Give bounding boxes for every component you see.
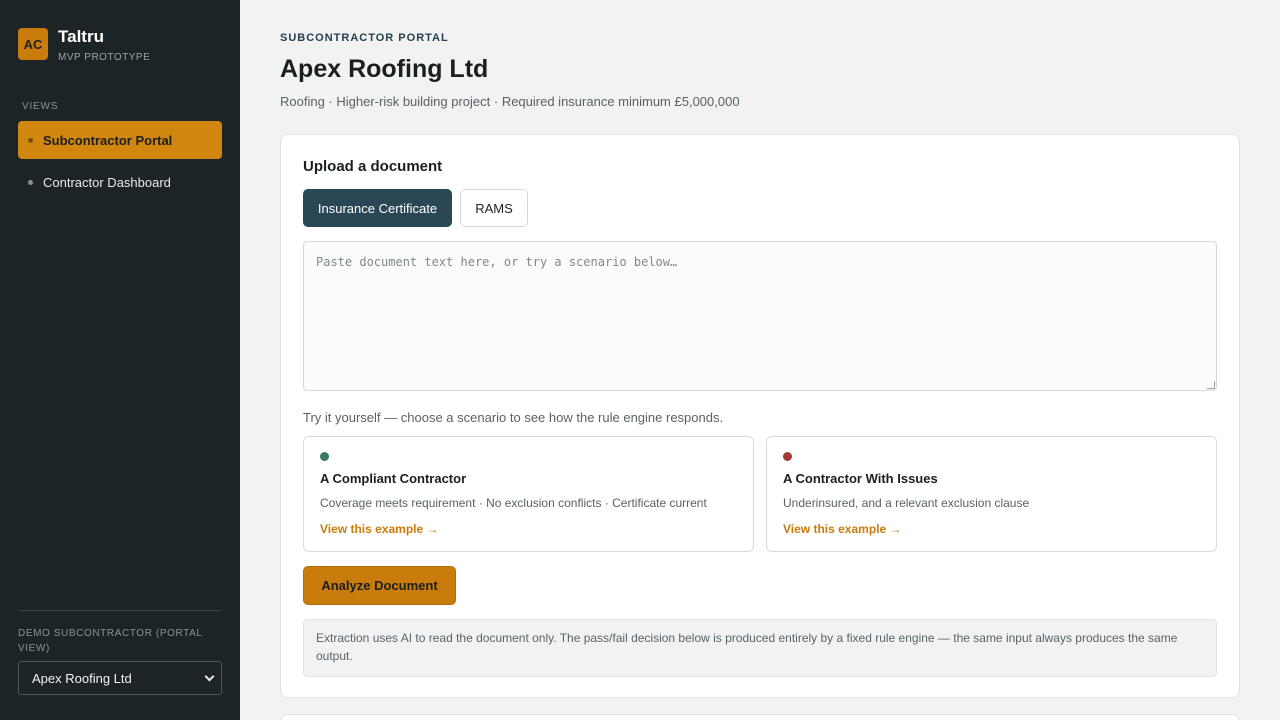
scenario-title: A Contractor With Issues [783, 471, 938, 486]
scenario-card-compliant[interactable]: A Compliant Contractor Coverage meets re… [303, 436, 754, 552]
page-eyebrow: SUBCONTRACTOR PORTAL [280, 32, 449, 44]
sidebar-item-subcontractor-portal[interactable]: Subcontractor Portal [18, 121, 222, 159]
sidebar-item-label: Subcontractor Portal [43, 132, 173, 148]
brand: AC Taltru MVP PROTOTYPE [18, 28, 150, 63]
status-dot-icon [320, 452, 329, 461]
view-example-link[interactable]: View this example → [320, 522, 439, 536]
rule-engine-note: Extraction uses AI to read the document … [303, 619, 1217, 677]
brand-logo: AC [18, 28, 48, 60]
brand-name: Taltru [58, 27, 104, 46]
sidebar: AC Taltru MVP PROTOTYPE VIEWS Subcontrac… [0, 0, 240, 720]
brand-subtitle: MVP PROTOTYPE [58, 52, 151, 63]
scenario-hint: Try it yourself — choose a scenario to s… [303, 410, 724, 425]
sidebar-divider [18, 610, 222, 611]
status-dot-icon [783, 452, 792, 461]
chevron-down-icon [204, 671, 215, 681]
results-card [280, 714, 1240, 720]
views-section-label: VIEWS [22, 101, 59, 112]
scenario-description: Underinsured, and a relevant exclusion c… [783, 496, 1030, 510]
scenario-card-issues[interactable]: A Contractor With Issues Underinsured, a… [766, 436, 1217, 552]
view-example-link[interactable]: View this example → [783, 522, 902, 536]
resize-handle-icon[interactable] [1207, 381, 1215, 389]
sidebar-nav: Subcontractor Portal Contractor Dashboar… [18, 121, 222, 205]
scenario-title: A Compliant Contractor [320, 471, 467, 486]
sidebar-item-label: Contractor Dashboard [43, 174, 171, 190]
upload-card: Upload a document Insurance Certificate … [280, 134, 1240, 698]
demo-select-value: Apex Roofing Ltd [32, 670, 132, 686]
tab-insurance-certificate[interactable]: Insurance Certificate [303, 189, 452, 227]
upload-card-title: Upload a document [303, 158, 443, 175]
sidebar-item-contractor-dashboard[interactable]: Contractor Dashboard [18, 163, 222, 201]
tab-rams[interactable]: RAMS [460, 189, 528, 227]
bullet-icon [28, 179, 33, 185]
document-text-input[interactable] [303, 241, 1217, 391]
analyze-document-button[interactable]: Analyze Document [303, 566, 456, 605]
page-subtitle: Roofing · Higher-risk building project ·… [280, 94, 740, 109]
bullet-icon [28, 137, 33, 143]
demo-subcontractor-label: DEMO SUBCONTRACTOR (PORTAL VIEW) [18, 628, 203, 654]
demo-subcontractor-select[interactable]: Apex Roofing Ltd [18, 661, 222, 695]
scenario-description: Coverage meets requirement · No exclusio… [320, 496, 707, 510]
page-title: Apex Roofing Ltd [280, 55, 489, 83]
